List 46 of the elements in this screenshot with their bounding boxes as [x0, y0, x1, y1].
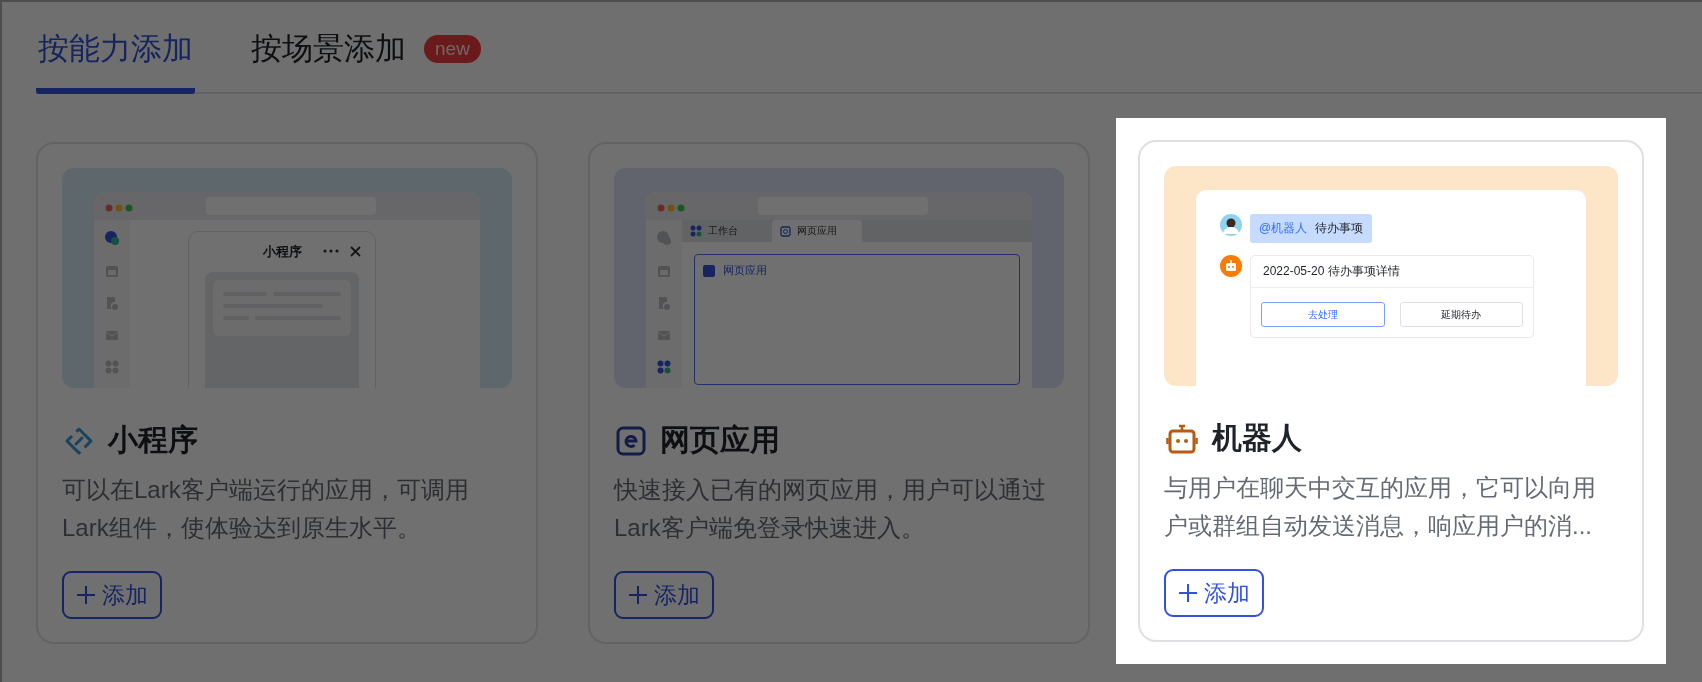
calendar-icon: [657, 264, 671, 278]
document-icon: [657, 296, 671, 310]
browser-tab[interactable]: 网页应用: [772, 220, 862, 242]
chat-icon: [104, 230, 120, 246]
new-badge: new: [424, 35, 481, 63]
robot-icon: [1166, 422, 1198, 455]
plus-icon: [628, 585, 648, 605]
mail-icon: [657, 328, 671, 342]
square-icon: [703, 264, 715, 277]
card-title: 机器人: [1212, 420, 1302, 456]
robot-avatar-icon: [1220, 255, 1242, 277]
card-description: 与用户在聊天中交互的应用，它可以向用户或群组自动发送消息，响应用户的消...: [1164, 473, 1597, 541]
card-description: 快速接入已有的网页应用，用户可以通过Lark客户端免登录快速进入。: [614, 475, 1047, 543]
letter-e-icon: [616, 425, 646, 456]
plus-icon: [1178, 583, 1198, 603]
card-title: 网页应用: [660, 422, 780, 458]
calendar-icon: [105, 264, 119, 278]
content-title: 网页应用: [723, 263, 767, 278]
apps-icon: [657, 360, 671, 374]
add-button[interactable]: 添加: [1164, 569, 1264, 617]
tab[interactable]: 按能力添加: [36, 28, 195, 94]
traffic-lights-icon: [104, 203, 134, 213]
action-button[interactable]: 去处理: [1261, 302, 1385, 327]
traffic-lights-icon: [656, 203, 686, 213]
plus-icon: [76, 585, 96, 605]
mention-text: @机器人: [1259, 220, 1308, 237]
add-button[interactable]: 添加: [62, 571, 162, 619]
browser-tab[interactable]: 工作台: [682, 220, 772, 242]
diamond-icon: [64, 425, 94, 456]
panel-title: 小程序: [262, 243, 302, 261]
tab-label: 按场景添加: [251, 30, 406, 68]
card-title: 小程序: [108, 422, 198, 458]
message-text: 待办事项: [1315, 220, 1364, 237]
document-icon: [105, 296, 119, 310]
add-button[interactable]: 添加: [614, 571, 714, 619]
avatar-icon: [1220, 214, 1242, 236]
card-title: 2022-05-20 待办事项详情: [1251, 256, 1533, 288]
apps-icon: [690, 225, 702, 237]
mail-icon: [105, 328, 119, 342]
chat-icon: [656, 230, 672, 246]
card-description: 可以在Lark客户端运行的应用，可调用Lark组件，使体验达到原生水平。: [62, 475, 470, 543]
apps-icon: [105, 360, 119, 374]
page-icon: [780, 225, 791, 237]
close-icon: [350, 246, 361, 257]
action-button[interactable]: 延期待办: [1399, 302, 1523, 327]
tab[interactable]: 按场景添加 new: [249, 28, 483, 94]
